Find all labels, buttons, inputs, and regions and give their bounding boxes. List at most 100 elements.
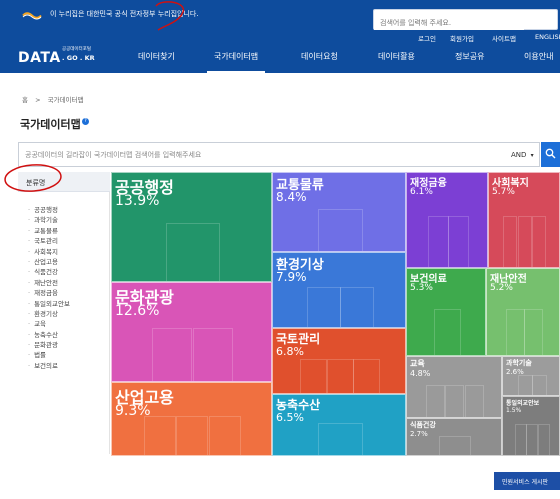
category-item[interactable]: 환경기상 xyxy=(28,309,70,319)
help-icon[interactable]: ? xyxy=(82,118,89,125)
map-search-box[interactable] xyxy=(18,142,540,167)
treemap-tile-percent: 2.7% xyxy=(410,430,428,438)
category-item[interactable]: 국토관리 xyxy=(28,236,70,246)
gov-banner-text: 이 누리집은 대한민국 공식 전자정부 누리집입니다. xyxy=(50,10,199,18)
treemap-subcell xyxy=(532,216,546,267)
treemap-tile-percent: 5.3% xyxy=(410,283,433,293)
treemap-tile-percent: 1.5% xyxy=(506,407,522,414)
treemap-tile-percent: 6.5% xyxy=(276,411,304,424)
chevron-down-icon: ▾ xyxy=(530,152,534,159)
signup-link[interactable]: 회원가입 xyxy=(450,33,474,43)
treemap-subcell xyxy=(193,328,233,381)
treemap-tile-percent: 12.6% xyxy=(115,303,160,319)
map-search-input[interactable] xyxy=(25,148,505,162)
treemap-tile-name: 통일외교안보 xyxy=(506,400,540,407)
breadcrumb-separator: > xyxy=(35,96,41,104)
treemap-tile[interactable]: 교통물류 8.4% xyxy=(272,172,406,252)
category-item[interactable]: 농축수산 xyxy=(28,330,70,340)
treemap-tile-percent: 9.3% xyxy=(115,403,151,419)
category-item[interactable]: 재정금융 xyxy=(28,288,70,298)
treemap-subcell xyxy=(538,424,550,455)
brand-name: DATA xyxy=(18,50,61,66)
sitemap-link[interactable]: 사이트맵 xyxy=(492,33,516,43)
search-icon xyxy=(545,148,556,159)
treemap-tile-name: 식품건강 xyxy=(410,421,436,429)
category-item[interactable]: 문화관광 xyxy=(28,340,70,350)
nav-data-search[interactable]: 데이터찾기 xyxy=(138,51,175,62)
nav-info-share[interactable]: 정보공유 xyxy=(455,51,484,62)
treemap-subcell xyxy=(318,423,363,455)
treemap-tile[interactable]: 식품건강 2.7% xyxy=(406,418,502,456)
treemap-subcell xyxy=(152,328,192,381)
korea-gov-logo-icon xyxy=(22,12,42,20)
category-item[interactable]: 교통물류 xyxy=(28,226,70,236)
treemap-tile[interactable]: 재정금융 6.1% xyxy=(406,172,488,268)
treemap-subcell xyxy=(439,436,471,455)
login-link[interactable]: 로그인 xyxy=(418,33,436,43)
category-item[interactable]: 통일외교안보 xyxy=(28,299,70,309)
treemap-tile[interactable]: 재난안전 5.2% xyxy=(486,268,560,356)
brand-domain: . GO . KR xyxy=(62,54,95,62)
treemap-tile-percent: 4.8% xyxy=(410,369,431,378)
category-item[interactable]: 법률 xyxy=(28,350,70,360)
treemap-tile[interactable]: 보건의료 5.3% xyxy=(406,268,486,356)
breadcrumb-home[interactable]: 홈 xyxy=(22,96,28,104)
treemap-tile[interactable]: 공공행정 13.9% xyxy=(111,172,272,282)
treemap-tile[interactable]: 농축수산 6.5% xyxy=(272,394,406,456)
treemap-tile-name: 교육 xyxy=(410,359,425,368)
treemap-subcell xyxy=(503,216,517,267)
treemap-subcell xyxy=(353,359,380,393)
nav-guide[interactable]: 이용안내 xyxy=(524,51,553,62)
top-search-box[interactable] xyxy=(373,9,558,33)
treemap-subcell xyxy=(524,309,543,355)
treemap-tile[interactable]: 국토관리 6.8% xyxy=(272,328,406,394)
category-header: 분류명 xyxy=(18,172,110,192)
nav-data-usage[interactable]: 데이터활용 xyxy=(378,51,415,62)
treemap-subcell xyxy=(506,309,525,355)
category-item[interactable]: 공공행정 xyxy=(28,205,70,215)
treemap-subcell xyxy=(426,385,445,417)
category-item[interactable]: 재난안전 xyxy=(28,278,70,288)
treemap-subcell xyxy=(166,223,220,281)
treemap-tile-percent: 13.9% xyxy=(115,193,160,209)
search-operator-select[interactable]: AND ▾ xyxy=(505,142,540,167)
treemap-tile-name: 과학기술 xyxy=(506,359,532,367)
nav-data-request[interactable]: 데이터요청 xyxy=(301,51,338,62)
treemap-tile[interactable]: 산업고용 9.3% xyxy=(111,382,272,456)
treemap-subcell xyxy=(448,216,469,267)
treemap-tile[interactable]: 사회복지 5.7% xyxy=(488,172,560,268)
treemap-subcell xyxy=(209,416,241,455)
treemap-tile[interactable]: 교육 4.8% xyxy=(406,356,502,418)
treemap-tile[interactable]: 과학기술 2.6% xyxy=(502,356,560,396)
treemap-subcell xyxy=(307,287,341,327)
treemap-subcell xyxy=(526,424,538,455)
treemap-tile-percent: 2.6% xyxy=(506,368,524,376)
treemap-tile[interactable]: 문화관광 12.6% xyxy=(111,282,272,382)
breadcrumb-current: 국가데이터맵 xyxy=(47,96,84,104)
category-item[interactable]: 보건의료 xyxy=(28,361,70,371)
treemap-tile[interactable]: 통일외교안보 1.5% xyxy=(502,396,560,456)
site-logo[interactable]: DATA 공공데이터포털 . GO . KR xyxy=(18,47,95,66)
treemap-tile[interactable]: 환경기상 7.9% xyxy=(272,252,406,328)
brand-tagline: 공공데이터포털 xyxy=(62,47,91,52)
treemap-tile-percent: 8.4% xyxy=(276,190,307,204)
treemap-subcell xyxy=(144,416,176,455)
breadcrumb: 홈 > 국가데이터맵 xyxy=(22,94,83,104)
civil-service-board-button[interactable]: 민원서비스 게시판 xyxy=(494,472,560,490)
map-search-button[interactable] xyxy=(541,142,560,167)
nav-national-data-map[interactable]: 국가데이터맵 xyxy=(214,51,258,62)
treemap-tile-percent: 6.8% xyxy=(276,345,304,358)
treemap-subcell xyxy=(428,216,449,267)
category-item[interactable]: 과학기술 xyxy=(28,215,70,225)
treemap-subcell xyxy=(327,359,354,393)
english-link[interactable]: ENGLISH xyxy=(535,33,560,41)
category-item[interactable]: 사회복지 xyxy=(28,247,70,257)
category-item[interactable]: 교육 xyxy=(28,319,70,329)
treemap-tile-percent: 6.1% xyxy=(410,187,433,197)
category-item[interactable]: 산업고용 xyxy=(28,257,70,267)
nav-active-indicator xyxy=(207,71,265,73)
treemap-subcell xyxy=(445,385,464,417)
treemap-subcell xyxy=(176,416,208,455)
category-panel: 분류명 공공행정 과학기술 교통물류 국토관리 사회복지 산업고용 식품건강 재… xyxy=(18,172,110,454)
category-item[interactable]: 식품건강 xyxy=(28,267,70,277)
